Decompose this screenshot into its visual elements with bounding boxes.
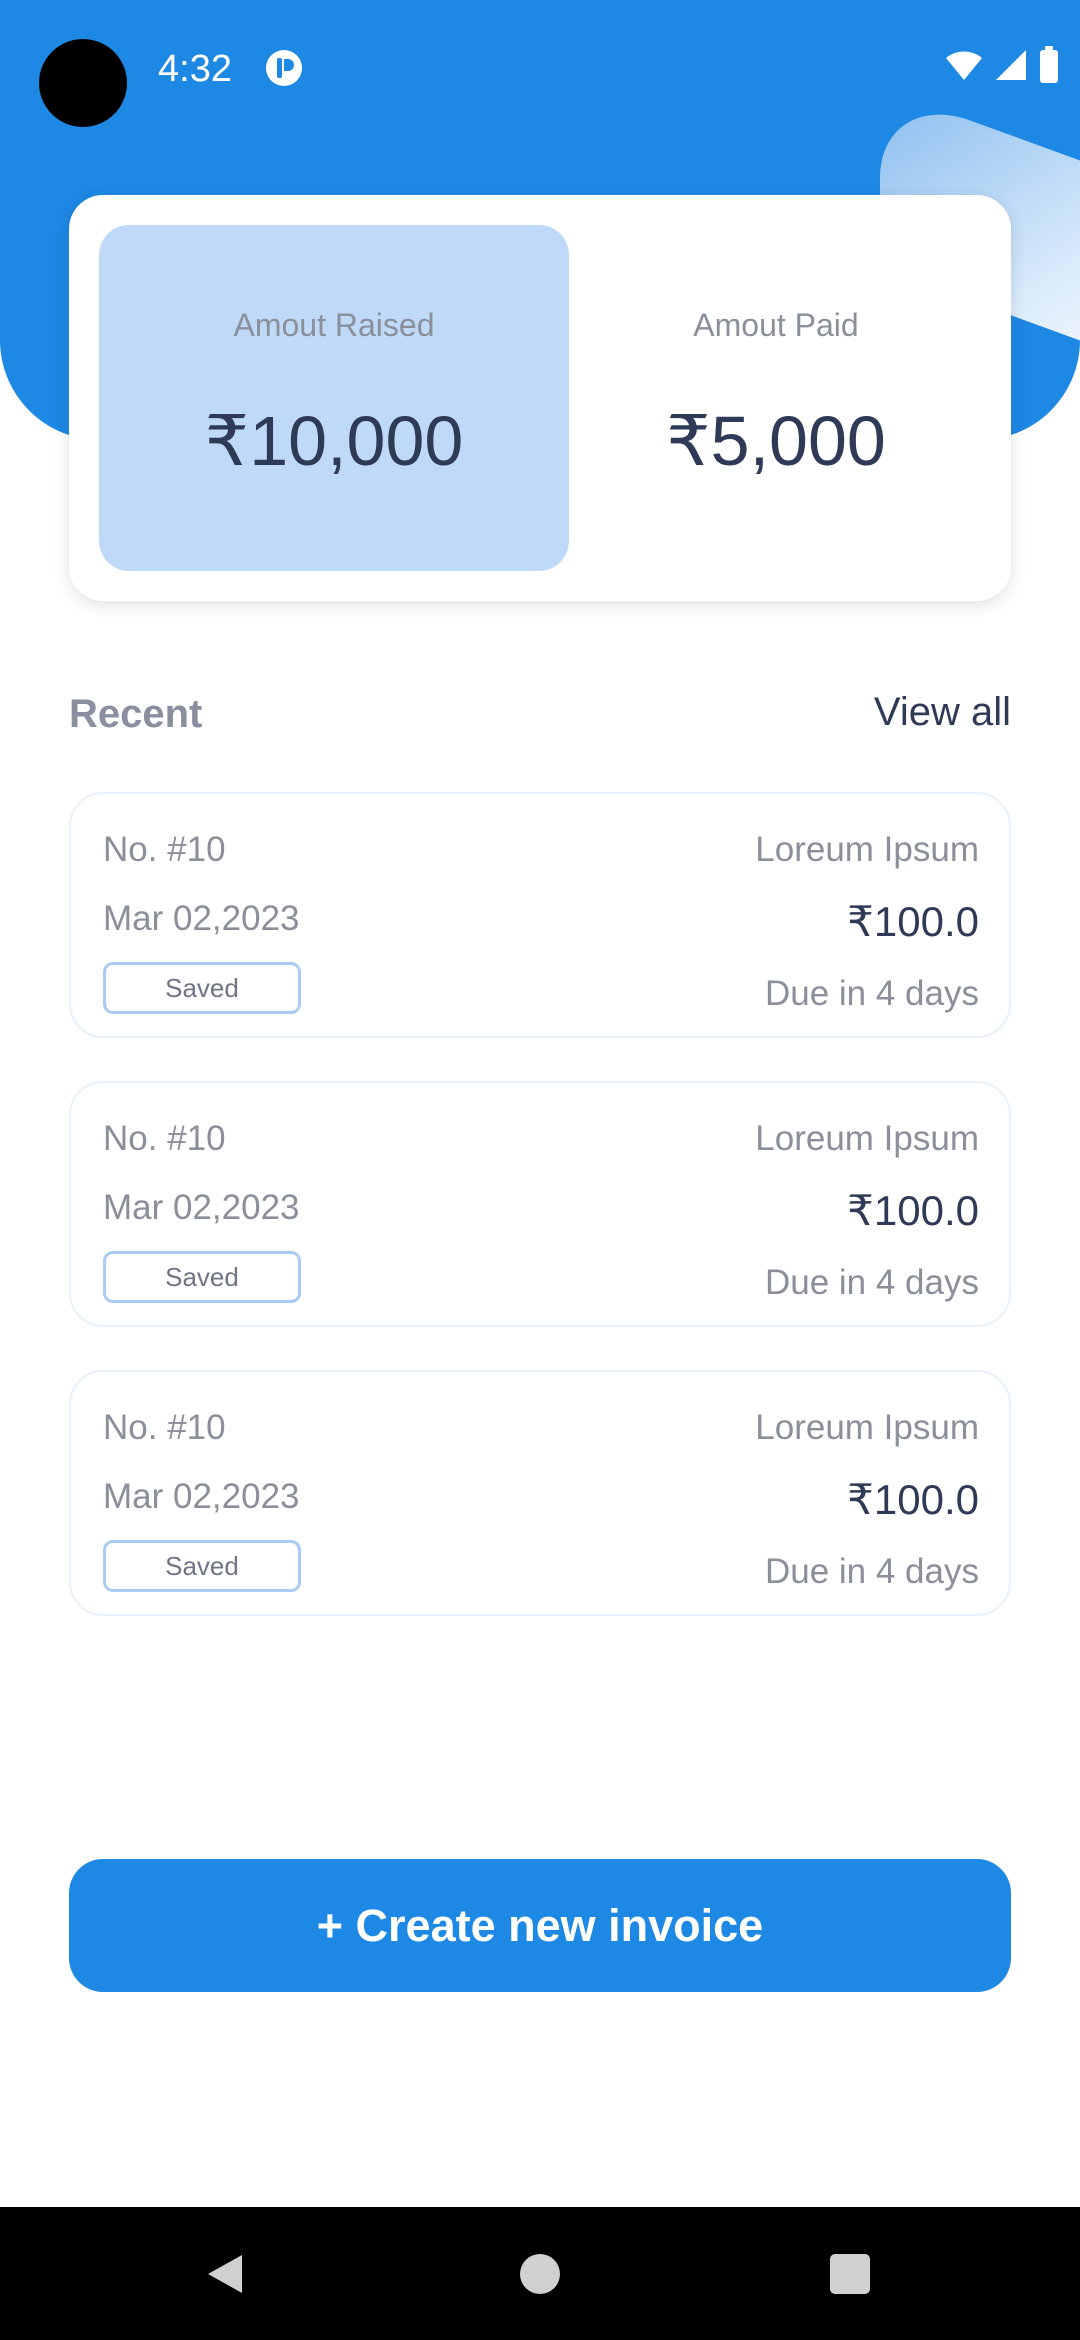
status-badge: Saved [103, 1251, 301, 1303]
amount-raised-tile[interactable]: Amout Raised ₹10,000 [99, 225, 569, 571]
amount-paid-value: ₹5,000 [666, 402, 886, 480]
status-icons [944, 46, 1060, 84]
status-badge: Saved [103, 1540, 301, 1592]
summary-card: Amout Raised ₹10,000 Amout Paid ₹5,000 [69, 195, 1011, 601]
back-icon[interactable] [202, 2251, 248, 2297]
invoice-amount: ₹100.0 [847, 1476, 979, 1523]
status-badge: Saved [103, 962, 301, 1014]
invoice-card[interactable]: No. #10 Mar 02,2023 Saved Loreum Ipsum ₹… [69, 1370, 1011, 1616]
client-name: Loreum Ipsum [755, 1408, 979, 1447]
app-notification-icon [266, 50, 302, 86]
camera-cutout [39, 39, 127, 127]
status-time: 4:32 [158, 48, 232, 90]
invoice-date: Mar 02,2023 [103, 1188, 300, 1227]
invoice-amount: ₹100.0 [847, 898, 979, 945]
invoice-number: No. #10 [103, 1119, 226, 1158]
invoice-date: Mar 02,2023 [103, 899, 300, 938]
create-invoice-button[interactable]: + Create new invoice [69, 1859, 1011, 1992]
client-name: Loreum Ipsum [755, 830, 979, 869]
amount-raised-label: Amout Raised [233, 307, 435, 343]
status-bar: 4:32 [0, 0, 1080, 140]
recent-title: Recent [69, 692, 203, 736]
invoice-number: No. #10 [103, 1408, 226, 1447]
invoice-number: No. #10 [103, 830, 226, 869]
navigation-bar [0, 2207, 1080, 2340]
due-text: Due in 4 days [764, 1263, 979, 1302]
amount-paid-label: Amout Paid [693, 307, 859, 343]
signal-icon [996, 50, 1026, 80]
invoice-date: Mar 02,2023 [103, 1477, 300, 1516]
invoice-amount: ₹100.0 [847, 1187, 979, 1234]
due-text: Due in 4 days [764, 974, 979, 1013]
invoice-card[interactable]: No. #10 Mar 02,2023 Saved Loreum Ipsum ₹… [69, 792, 1011, 1038]
recents-icon[interactable] [827, 2251, 873, 2297]
invoice-card[interactable]: No. #10 Mar 02,2023 Saved Loreum Ipsum ₹… [69, 1081, 1011, 1327]
home-icon[interactable] [517, 2251, 563, 2297]
view-all-link[interactable]: View all [874, 690, 1011, 735]
wifi-icon [946, 51, 982, 80]
client-name: Loreum Ipsum [755, 1119, 979, 1158]
battery-icon [1040, 46, 1058, 83]
due-text: Due in 4 days [764, 1552, 979, 1591]
amount-raised-value: ₹10,000 [204, 402, 464, 480]
amount-paid-tile[interactable]: Amout Paid ₹5,000 [541, 225, 1011, 571]
